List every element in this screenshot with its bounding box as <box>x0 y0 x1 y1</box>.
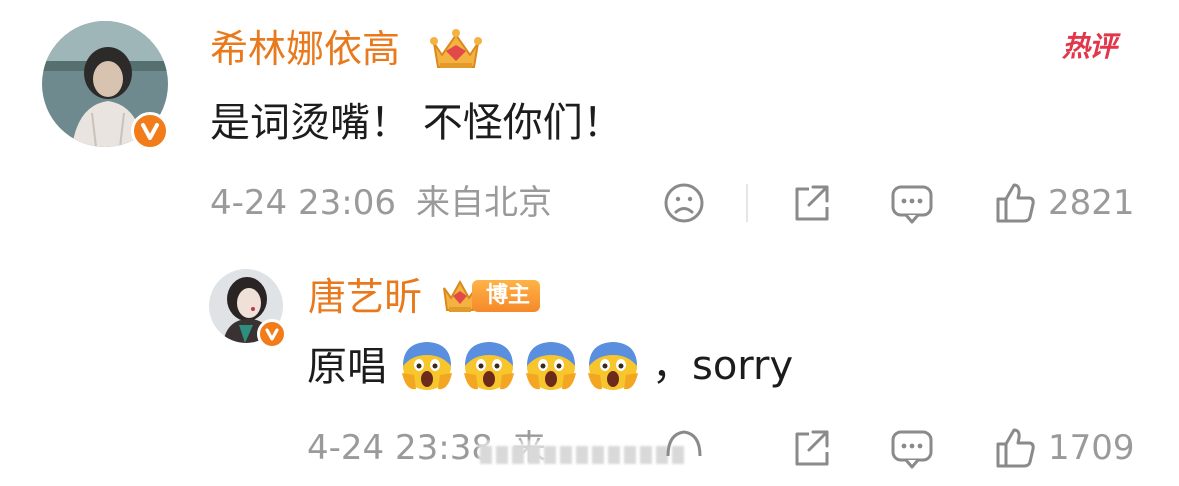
blogger-badge-label: 博主 <box>472 280 541 312</box>
reply-button[interactable] <box>890 428 934 470</box>
share-icon <box>795 185 829 221</box>
crown-badge-icon <box>430 29 482 68</box>
sad-face-icon <box>664 183 704 223</box>
screaming-face-emoji <box>402 342 452 390</box>
hot-comment-badge: 热评 <box>1062 30 1117 63</box>
divider <box>746 184 748 222</box>
comment-icon <box>891 185 933 224</box>
share-button[interactable] <box>789 181 833 225</box>
comment-thread: 希林娜依高 热评 是词烫嘴！ 不怪你们！ 4-24 23:06 来自北京 282… <box>0 0 1179 486</box>
comment-text-prefix: 原唱 <box>307 344 387 390</box>
screaming-face-emoji <box>464 342 514 390</box>
verified-v-icon <box>131 112 169 150</box>
dislike-button[interactable] <box>662 428 706 458</box>
like-count: 1709 <box>1048 428 1135 468</box>
like-button[interactable]: 1709 <box>994 426 1135 470</box>
comment-location: 来自北京 <box>416 183 552 223</box>
share-icon <box>795 430 829 466</box>
blogger-badge: 博主 <box>440 276 541 316</box>
share-button[interactable] <box>789 426 833 470</box>
reply-button[interactable] <box>890 183 934 225</box>
thumbs-up-icon <box>996 428 1035 468</box>
thumbs-up-icon <box>996 183 1035 223</box>
like-count: 2821 <box>1048 183 1135 223</box>
comment-text: 是词烫嘴！ 不怪你们！ <box>210 100 623 146</box>
username[interactable]: 唐艺昕 <box>308 278 422 316</box>
sad-face-icon <box>666 430 702 457</box>
screaming-face-emoji <box>526 342 576 390</box>
like-button[interactable]: 2821 <box>994 181 1135 225</box>
comment-timestamp: 4-24 23:06 <box>210 183 396 223</box>
username[interactable]: 希林娜依高 <box>210 30 400 68</box>
verified-v-icon <box>257 319 287 349</box>
dislike-button[interactable] <box>662 181 706 225</box>
comment-text-suffix: ，sorry <box>652 343 794 389</box>
screaming-face-emoji <box>588 342 638 390</box>
comment-timestamp: 4-24 23:38 <box>307 428 493 468</box>
emoji-group: ，sorry <box>400 339 793 393</box>
comment-icon <box>891 430 933 469</box>
